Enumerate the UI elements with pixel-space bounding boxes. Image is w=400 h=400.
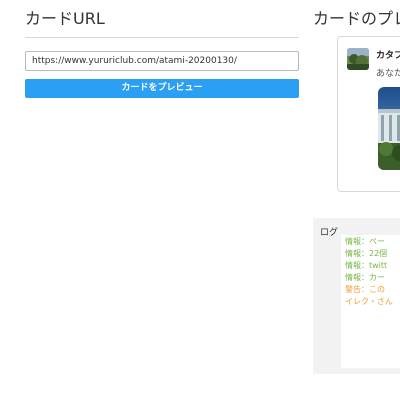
log-line: 情報：ペー: [345, 237, 385, 246]
card-url-title: カードURL: [25, 9, 105, 28]
avatar: [347, 48, 369, 70]
log-line: 情報：twitt: [345, 261, 388, 270]
card-description: あなた: [376, 69, 400, 79]
card-url-input[interactable]: [25, 51, 299, 71]
card-validator-page: カードURL カードをプレビュー カードのプレビュー カタフ あなた: [0, 0, 400, 400]
card-site-name: カタフ: [376, 51, 400, 61]
title-divider: [25, 37, 299, 38]
log-line: イレク・さん: [345, 297, 393, 306]
log-line: 警告：この: [345, 285, 385, 294]
preview-card-button[interactable]: カードをプレビュー: [25, 79, 299, 98]
card-preview-title: カードのプレビュー: [313, 9, 400, 28]
log-panel: ログ 情報：ペー 情報：22個 情報：twitt 情報：カー 警告：この イレク…: [313, 218, 400, 374]
card-preview[interactable]: カタフ あなた: [337, 36, 400, 192]
log-line: 情報：22個: [345, 249, 388, 258]
log-line: 情報：カー: [345, 273, 385, 282]
log-body[interactable]: 情報：ペー 情報：22個 情報：twitt 情報：カー 警告：この イレク・さん: [341, 235, 400, 368]
card-url-section: カードURL カードをプレビュー: [25, 0, 299, 98]
card-image: [378, 87, 400, 170]
log-title: ログ: [320, 228, 339, 238]
